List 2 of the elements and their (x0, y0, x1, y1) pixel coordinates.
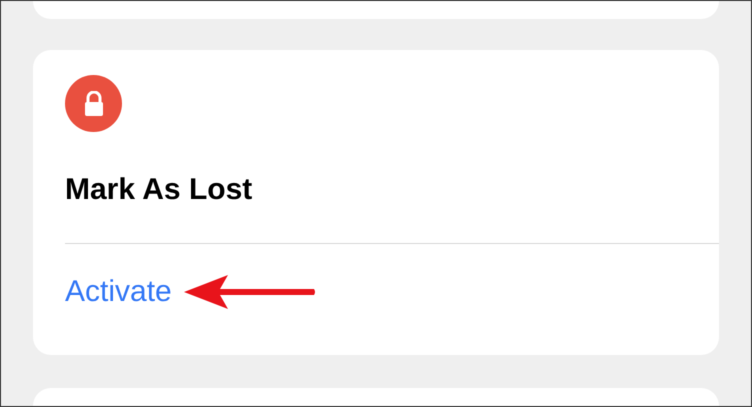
card-title: Mark As Lost (65, 172, 252, 208)
activate-link[interactable]: Activate (65, 274, 172, 310)
